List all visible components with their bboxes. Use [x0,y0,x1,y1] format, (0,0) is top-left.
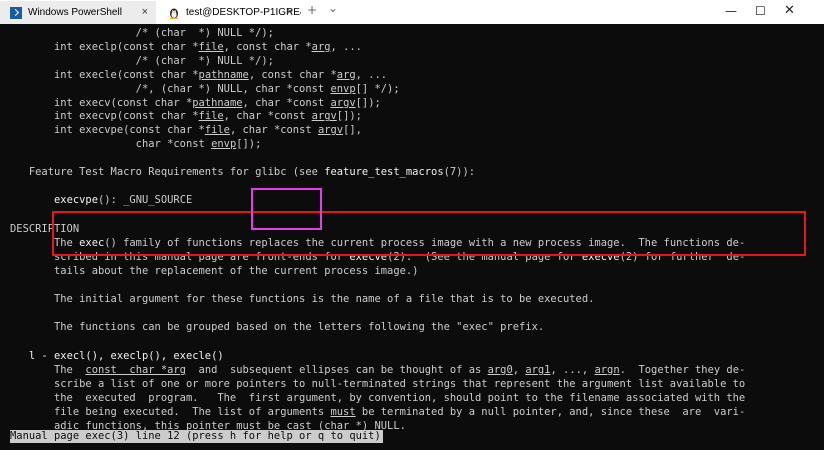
text-line: scribe a list of one or more pointers to… [10,377,746,390]
maximize-icon[interactable]: ☐ [755,4,766,18]
code-line: /* (char *) NULL */); [10,54,274,67]
highlight-box-red [52,211,806,256]
code-line: char *const envp[]); [10,138,262,151]
tab-wsl-terminal[interactable]: test@DESKTOP-P1IGRE4: ~/data × [158,1,301,24]
window-close-icon[interactable]: ✕ [784,3,795,18]
text-line: The const char *arg and subsequent ellip… [10,364,746,376]
text-line: tails about the replacement of the curre… [10,264,419,277]
feature-test-macro-line: Feature Test Macro Requirements for glib… [10,166,476,178]
title-bar: Windows PowerShell × test@DESKTOP-P1IGRE… [0,0,824,25]
minimize-icon[interactable]: — [725,4,737,18]
code-line: /* (char *) NULL */); [10,27,274,39]
code-line: int execlp(const char *file, const char … [10,40,362,53]
new-tab-plus-icon[interactable]: + [307,3,317,17]
code-line: int execv(const char *pathname, char *co… [10,96,381,109]
description-paragraph-2: The initial argument for these functions… [10,293,595,305]
code-line: int execvpe(const char *file, char *cons… [10,124,362,137]
tab-title: Windows PowerShell [28,7,122,18]
l-subsection-paragraph: The const char *arg and subsequent ellip… [10,364,745,434]
code-line: int execvp(const char *file, char *const… [10,110,362,123]
description-paragraph-3: The functions can be grouped based on th… [10,321,545,333]
man-synopsis: /* (char *) NULL */); int execlp(const c… [10,27,400,152]
pager-status-line: Manual page exec(3) line 12 (press h for… [10,430,383,443]
tab-windows-powershell[interactable]: Windows PowerShell × [0,1,156,24]
linux-penguin-icon [169,8,179,19]
code-line: int execle(const char *pathname, const c… [10,68,388,81]
tab-close-icon[interactable]: × [142,6,148,18]
tab-dropdown-icon[interactable]: ⌄ [328,1,338,15]
powershell-icon [10,6,22,19]
text-line: the executed program. The first argument… [10,391,746,404]
text-line: file being executed. The list of argumen… [10,405,746,418]
code-line: /*, (char *) NULL, char *const envp[] */… [10,82,400,95]
execvpe-macro-line: execvpe(): _GNU_SOURCE [54,194,193,206]
l-subsection-heading: l - execl(), execlp(), execle() [28,350,224,362]
highlight-box-magenta [251,188,322,230]
tab-title: test@DESKTOP-P1IGRE4: ~/data [186,7,301,18]
tab-close-icon[interactable]: × [287,6,293,18]
